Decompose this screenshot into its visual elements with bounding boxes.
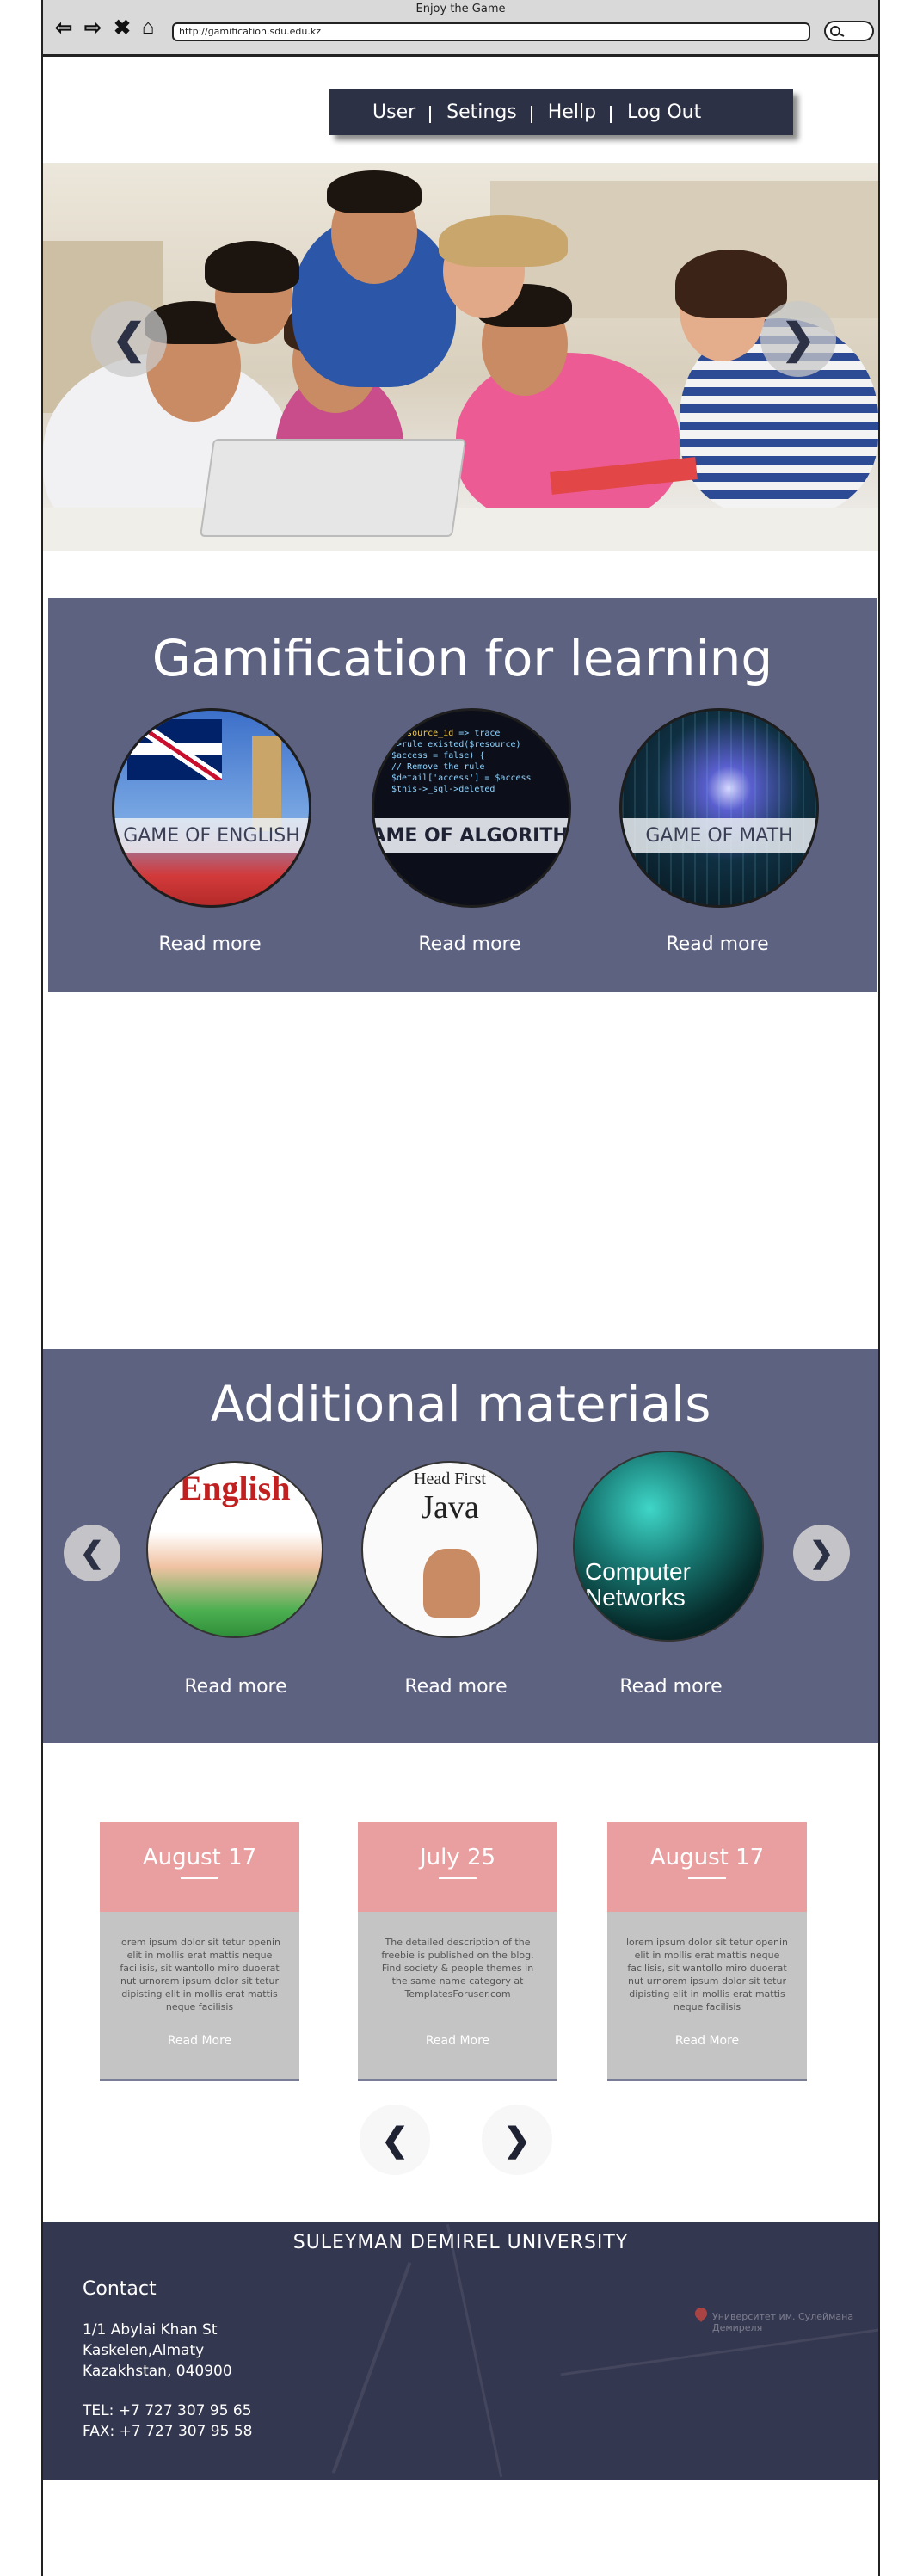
- student-photo: [327, 170, 422, 213]
- student-photo: [205, 241, 299, 293]
- map-road: [560, 2327, 878, 2376]
- card-text: lorem ipsum dolor sit tetur openin elit …: [119, 1937, 280, 2012]
- read-more-link[interactable]: Read more: [132, 1676, 339, 1698]
- game-algorithm-image[interactable]: $resource_id => trace ->rule_existed($re…: [372, 708, 571, 908]
- forward-arrow-icon[interactable]: ⇨: [81, 15, 105, 40]
- hero-next-button[interactable]: ❯: [760, 301, 836, 377]
- book-english-cover[interactable]: English: [146, 1461, 323, 1638]
- map-label: Университет им. Сулеймана Демиреля: [712, 2311, 854, 2333]
- address-line: 1/1 Abylai Khan St: [83, 2321, 218, 2339]
- phone-number: TEL: +7 727 307 95 65: [83, 2402, 252, 2419]
- back-arrow-icon[interactable]: ⇦: [52, 15, 76, 40]
- materials-prev-button[interactable]: ❮: [64, 1525, 120, 1581]
- card-text: The detailed description of the freebie …: [381, 1937, 534, 2000]
- top-menu: User Setings Hellp Log Out: [329, 89, 793, 135]
- materials-next-button[interactable]: ❯: [793, 1525, 850, 1581]
- menu-item-settings[interactable]: Setings: [431, 102, 532, 123]
- divider: [688, 1877, 726, 1879]
- book-networks-cover[interactable]: Computer Networks: [573, 1451, 764, 1642]
- posts-next-button[interactable]: ❯: [482, 2105, 552, 2175]
- page: Enjoy the Game ⇦ ⇨ ✖ ⌂ http://gamificati…: [41, 0, 880, 2576]
- desk: [43, 508, 878, 551]
- matrix-texture: [622, 711, 816, 905]
- game-label: GAME OF MATH: [622, 818, 816, 853]
- search-icon: [830, 26, 845, 37]
- read-more-link[interactable]: Read More: [100, 2034, 299, 2048]
- cover-person: [423, 1549, 480, 1618]
- read-more-link[interactable]: Read more: [568, 1676, 774, 1698]
- card-date: August 17: [142, 1845, 257, 1870]
- map-road: [331, 2262, 412, 2474]
- address-line: Kazakhstan, 040900: [83, 2363, 232, 2380]
- menu-item-help[interactable]: Hellp: [532, 102, 612, 123]
- student-photo: [439, 215, 568, 267]
- post-card: August 17 lorem ipsum dolor sit tetur op…: [607, 1822, 807, 2081]
- post-card: August 17 lorem ipsum dolor sit tetur op…: [100, 1822, 299, 2081]
- map-road: [446, 2223, 503, 2478]
- search-field[interactable]: [824, 21, 874, 41]
- section-title: Gamification for learning: [151, 629, 773, 687]
- uk-flag-icon: [127, 719, 222, 780]
- game-english-image[interactable]: GAME OF ENGLISH: [112, 708, 311, 908]
- game-label: GAME OF ALGORITHM: [374, 818, 569, 853]
- laptop: [199, 439, 467, 537]
- map-pin-icon: [692, 2305, 710, 2322]
- home-icon[interactable]: ⌂: [136, 15, 160, 40]
- code-texture: $resource_id => trace ->rule_existed($re…: [391, 729, 532, 794]
- read-more-link[interactable]: Read More: [358, 2034, 557, 2048]
- read-more-link[interactable]: Read More: [607, 2034, 807, 2048]
- browser-chrome: Enjoy the Game ⇦ ⇨ ✖ ⌂ http://gamificati…: [43, 0, 878, 57]
- footer: Университет им. Сулеймана Демиреля SULEY…: [43, 2222, 878, 2480]
- divider: [439, 1877, 477, 1879]
- posts-prev-button[interactable]: ❮: [360, 2105, 430, 2175]
- read-more-link[interactable]: Read more: [366, 934, 573, 955]
- post-card: July 25 The detailed description of the …: [358, 1822, 557, 2081]
- materials-section: Additional materials ❮ ❯ English Read mo…: [43, 1349, 878, 1743]
- contact-heading: Contact: [83, 2278, 157, 2300]
- menu-item-logout[interactable]: Log Out: [612, 102, 717, 123]
- url-bar[interactable]: http://gamification.sdu.edu.kz: [172, 22, 810, 41]
- close-icon[interactable]: ✖: [110, 15, 134, 40]
- divider: [181, 1877, 218, 1879]
- book-subtitle: Java: [421, 1489, 479, 1525]
- address-line: Kaskelen,Almaty: [83, 2342, 205, 2359]
- menu-item-user[interactable]: User: [329, 102, 432, 123]
- hero-slider: ❮ ❯: [43, 163, 878, 551]
- game-label: GAME OF ENGLISH: [114, 818, 309, 853]
- student-photo: [456, 353, 680, 525]
- hero-prev-button[interactable]: ❮: [91, 301, 167, 377]
- card-header: July 25: [358, 1822, 557, 1912]
- window-title: Enjoy the Game: [415, 3, 506, 15]
- card-date: July 25: [419, 1845, 496, 1870]
- book-title: English: [179, 1469, 291, 1507]
- card-header: August 17: [607, 1822, 807, 1912]
- game-math-image[interactable]: GAME OF MATH: [619, 708, 819, 908]
- card-header: August 17: [100, 1822, 299, 1912]
- gamification-section: Gamification for learning GAME OF ENGLIS…: [48, 598, 877, 992]
- section-title: Additional materials: [210, 1375, 711, 1433]
- card-text: lorem ipsum dolor sit tetur openin elit …: [626, 1937, 788, 2012]
- book-title: Head First: [414, 1470, 486, 1488]
- fax-number: FAX: +7 727 307 95 58: [83, 2423, 253, 2440]
- big-ben-icon: [252, 736, 281, 831]
- read-more-link[interactable]: Read more: [614, 934, 821, 955]
- card-date: August 17: [649, 1845, 765, 1870]
- read-more-link[interactable]: Read more: [353, 1676, 559, 1698]
- student-photo: [675, 250, 787, 318]
- footer-title: SULEYMAN DEMIREL UNIVERSITY: [292, 2232, 629, 2253]
- read-more-link[interactable]: Read more: [107, 934, 313, 955]
- book-java-cover[interactable]: Head First Java: [361, 1461, 538, 1638]
- book-title: Computer Networks: [585, 1558, 691, 1611]
